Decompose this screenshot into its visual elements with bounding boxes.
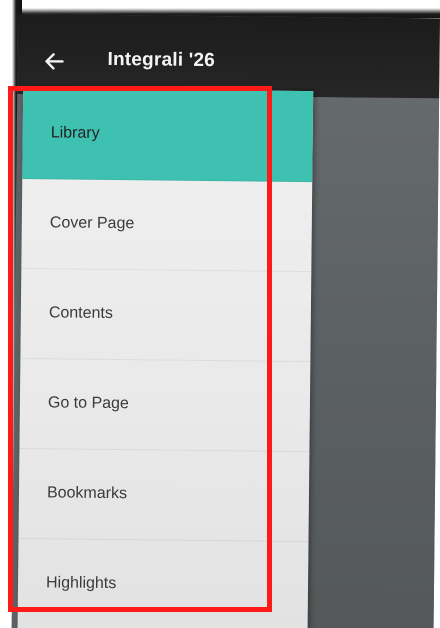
drawer-item-label: Bookmarks <box>46 484 128 503</box>
photo-frame: Integrali '26 Library Cover Page Content… <box>0 0 440 628</box>
drawer-item-go-to-page[interactable]: Go to Page <box>19 358 311 453</box>
drawer-item-label: Contents <box>48 304 114 323</box>
drawer-item-label: Highlights <box>45 574 117 593</box>
drawer-item-library[interactable]: Library <box>22 88 314 183</box>
drawer-item-highlights[interactable]: Highlights <box>17 538 309 628</box>
app-bar: Integrali '26 <box>17 14 440 99</box>
drawer-item-label: Cover Page <box>49 214 135 233</box>
device-screen: Integrali '26 Library Cover Page Content… <box>11 14 440 628</box>
drawer-item-label: Go to Page <box>47 394 129 413</box>
app-title: Integrali '26 <box>107 48 216 72</box>
drawer-item-label: Library <box>50 124 100 142</box>
drawer-item-contents[interactable]: Contents <box>20 268 312 363</box>
drawer-item-bookmarks[interactable]: Bookmarks <box>18 448 310 543</box>
drawer-item-cover-page[interactable]: Cover Page <box>21 178 313 273</box>
arrow-left-icon[interactable] <box>43 50 65 72</box>
page-content-area[interactable] <box>301 97 440 628</box>
navigation-drawer: Library Cover Page Contents Go to Page B… <box>17 88 314 628</box>
